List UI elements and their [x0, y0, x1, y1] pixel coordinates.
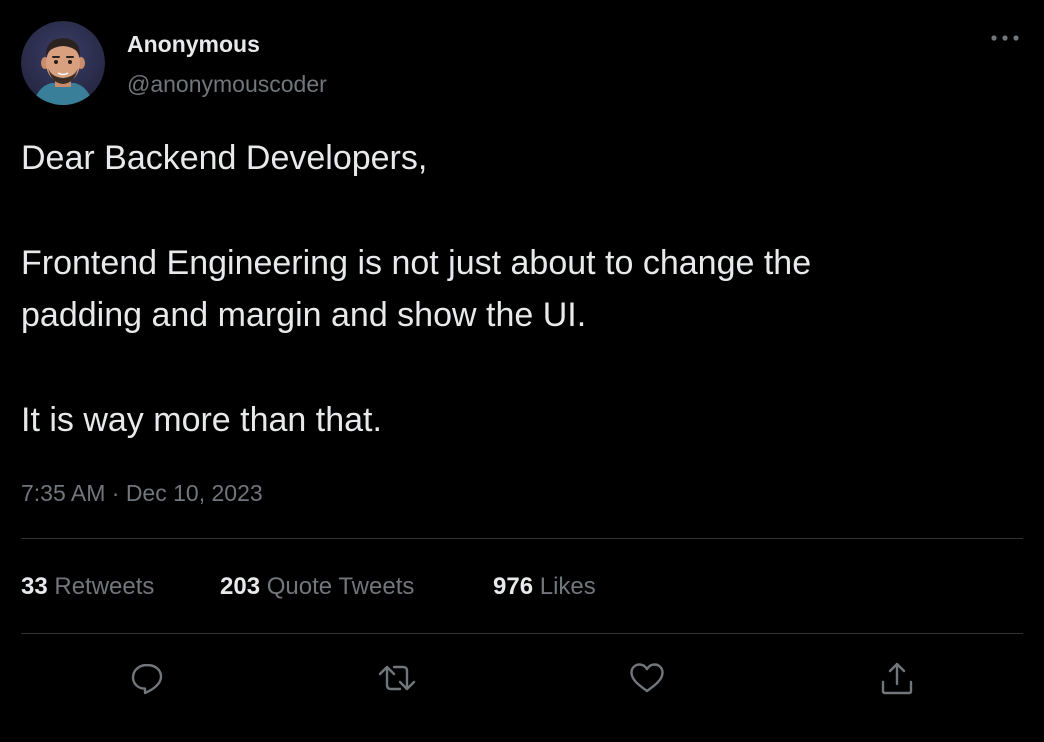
likes-count: 976 — [493, 573, 534, 600]
share-icon — [881, 662, 913, 695]
reply-button[interactable] — [125, 656, 169, 700]
more-options-icon — [991, 35, 1019, 41]
share-button[interactable] — [875, 656, 919, 700]
retweets-label: Retweets — [54, 573, 155, 600]
divider — [21, 633, 1023, 634]
author-handle[interactable]: @anonymouscoder — [127, 71, 327, 98]
tweet-text-line: Frontend Engineering is not just about t… — [21, 244, 812, 282]
tweet-text-line: padding and margin and show the UI. — [21, 296, 587, 334]
likes-label: Likes — [539, 573, 596, 600]
author-display-name[interactable]: Anonymous — [127, 31, 260, 58]
retweets-stat[interactable]: 33 Retweets — [21, 573, 154, 601]
quote-tweets-stat[interactable]: 203 Quote Tweets — [220, 573, 414, 601]
divider — [21, 538, 1023, 539]
more-options-button[interactable] — [986, 26, 1026, 50]
quote-tweets-label: Quote Tweets — [266, 573, 415, 600]
quote-tweets-count: 203 — [220, 573, 261, 600]
like-button[interactable] — [625, 656, 669, 700]
tweet-timestamp[interactable]: 7:35 AM · Dec 10, 2023 — [21, 480, 263, 507]
tweet-text-line: It is way more than that. — [21, 401, 382, 439]
author-avatar[interactable] — [21, 21, 105, 105]
retweet-icon — [378, 665, 416, 691]
like-icon — [630, 663, 664, 693]
likes-stat[interactable]: 976 Likes — [493, 573, 596, 601]
tweet-text-line: Dear Backend Developers, — [21, 139, 428, 177]
avatar-illustration-icon — [21, 21, 105, 105]
retweet-button[interactable] — [375, 656, 419, 700]
tweet-card: Anonymous @anonymouscoder Dear Backend D… — [0, 0, 1044, 742]
reply-icon — [131, 663, 163, 695]
retweets-count: 33 — [21, 573, 48, 600]
